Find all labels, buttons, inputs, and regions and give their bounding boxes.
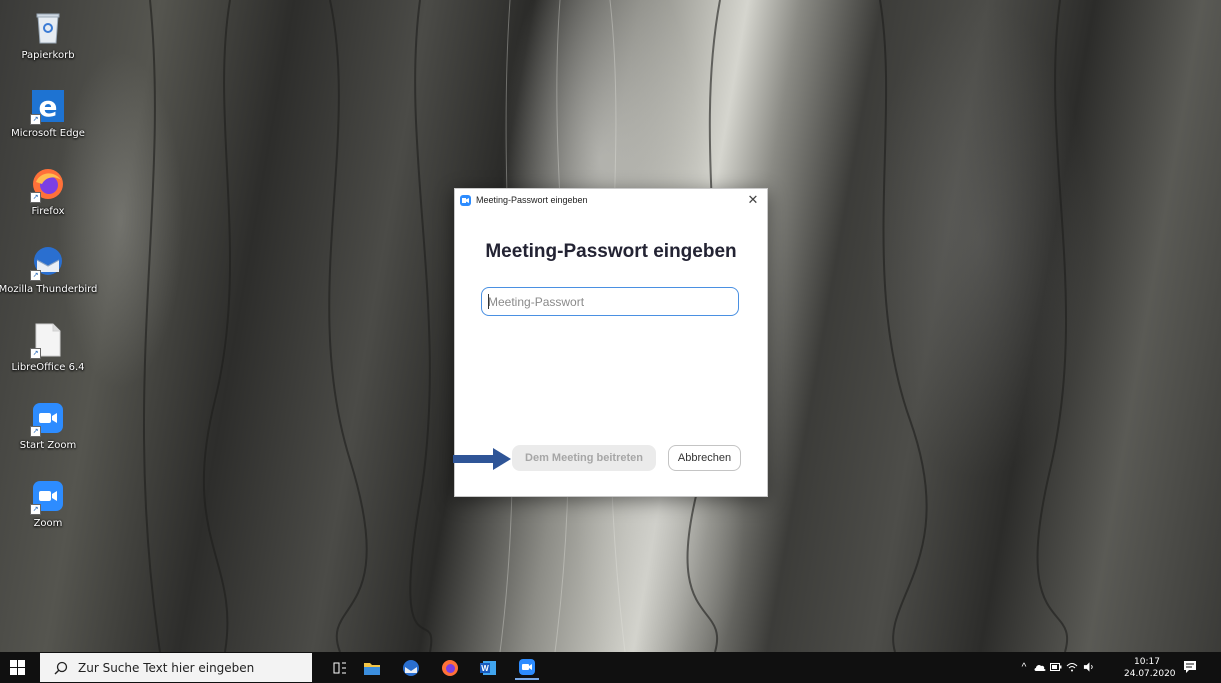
desktop-icon-recycle-bin[interactable]: Papierkorb: [8, 10, 88, 86]
taskbar-thunderbird[interactable]: [399, 656, 423, 680]
start-button[interactable]: [9, 659, 26, 676]
taskbar-word[interactable]: W: [476, 656, 500, 680]
file-explorer-icon: [364, 663, 380, 675]
taskbar-clock[interactable]: 10:17 24.07.2020: [1124, 656, 1176, 680]
zoom-icon: [460, 194, 471, 206]
cancel-button[interactable]: Abbrechen: [668, 445, 741, 471]
zoom-icon: [519, 659, 535, 675]
taskbar: Zur Suche Text hier eingeben W ^ 10:17 2…: [0, 652, 1221, 683]
wifi-icon[interactable]: [1066, 661, 1078, 673]
shortcut-arrow-icon: ↗: [30, 114, 41, 125]
task-view-button[interactable]: [328, 656, 352, 680]
close-icon: ✕: [747, 192, 759, 207]
dialog-window-title: Meeting-Passwort eingeben: [476, 195, 588, 205]
thunderbird-icon: ↗: [30, 244, 66, 281]
dialog-titlebar[interactable]: Meeting-Passwort eingeben ✕: [455, 189, 767, 211]
desktop-icon-start-zoom[interactable]: ↗ Start Zoom: [8, 400, 88, 476]
taskbar-firefox[interactable]: [438, 656, 462, 680]
dialog-heading: Meeting-Passwort eingeben: [485, 241, 737, 262]
volume-icon[interactable]: [1083, 661, 1095, 673]
desktop-icon-firefox[interactable]: ↗ Firefox: [8, 166, 88, 242]
shortcut-arrow-icon: ↗: [30, 192, 41, 203]
notification-icon: [1184, 661, 1196, 673]
zoom-icon: ↗: [30, 478, 66, 515]
thunderbird-icon: [403, 660, 419, 676]
show-hidden-icons-chevron-icon[interactable]: ^: [1018, 661, 1030, 673]
onedrive-cloud-icon[interactable]: [1034, 661, 1046, 673]
shortcut-arrow-icon: ↗: [30, 504, 41, 515]
shortcut-arrow-icon: ↗: [30, 426, 41, 437]
word-icon: W: [480, 661, 496, 675]
desktop-icon-label: Microsoft Edge: [11, 128, 85, 139]
desktop-icon-libreoffice[interactable]: ↗ LibreOffice 6.4: [8, 322, 88, 398]
desktop-icon-column: Papierkorb e ↗ Microsoft Edge ↗ Firefox: [0, 0, 100, 652]
annotation-arrow-icon: [453, 448, 511, 470]
recycle-bin-icon: [30, 10, 66, 46]
svg-text:W: W: [481, 664, 489, 673]
clock-date: 24.07.2020: [1124, 669, 1176, 679]
desktop-icon-edge[interactable]: e ↗ Microsoft Edge: [8, 88, 88, 164]
firefox-icon: [442, 660, 458, 676]
libreoffice-icon: ↗: [30, 322, 66, 359]
meeting-password-input[interactable]: [481, 287, 739, 316]
desktop-icon-label: LibreOffice 6.4: [11, 362, 85, 373]
action-center-button[interactable]: [1183, 660, 1197, 674]
taskbar-file-explorer[interactable]: [360, 656, 384, 680]
desktop-icon-zoom[interactable]: ↗ Zoom: [8, 478, 88, 554]
search-placeholder: Zur Suche Text hier eingeben: [78, 660, 255, 675]
task-view-icon: [333, 662, 346, 674]
taskbar-search-box[interactable]: Zur Suche Text hier eingeben: [40, 653, 312, 682]
edge-icon: e ↗: [30, 88, 66, 125]
shortcut-arrow-icon: ↗: [30, 348, 41, 359]
firefox-icon: ↗: [30, 166, 66, 203]
search-icon: [54, 661, 68, 674]
join-meeting-button[interactable]: Dem Meeting beitreten: [512, 445, 656, 471]
desktop-icon-label: Firefox: [31, 206, 65, 217]
desktop-icon-label: Papierkorb: [21, 50, 75, 61]
text-caret: [488, 294, 489, 309]
desktop-icon-thunderbird[interactable]: ↗ Mozilla Thunderbird: [0, 244, 97, 320]
desktop-icon-label: Start Zoom: [19, 440, 77, 451]
windows-logo-icon: [10, 660, 25, 675]
taskbar-zoom[interactable]: [515, 656, 539, 680]
zoom-icon: ↗: [30, 400, 66, 437]
clock-time: 10:17: [1134, 657, 1160, 667]
shortcut-arrow-icon: ↗: [30, 270, 41, 281]
desktop-icon-label: Mozilla Thunderbird: [0, 284, 98, 295]
battery-icon[interactable]: [1050, 661, 1062, 673]
desktop-icon-label: Zoom: [33, 518, 63, 529]
close-button[interactable]: ✕: [745, 192, 761, 208]
